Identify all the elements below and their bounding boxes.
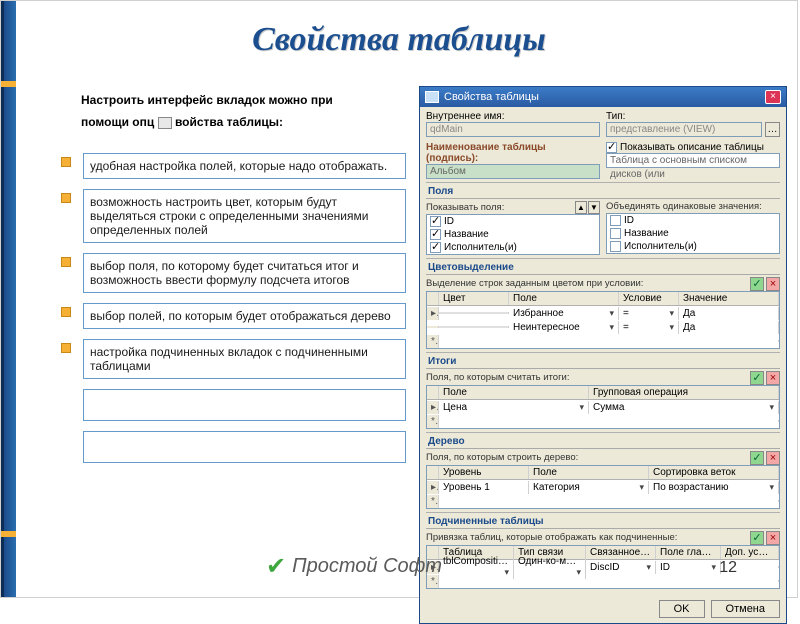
col-header: Поле главной..: [656, 546, 721, 559]
cell[interactable]: Сумма: [589, 401, 779, 414]
cell[interactable]: Неинтересное: [509, 321, 619, 334]
cell[interactable]: Да: [679, 307, 779, 320]
section-tree-title: Дерево: [426, 435, 780, 449]
col-header: Групповая операция: [589, 386, 779, 399]
cell[interactable]: Избранное: [509, 307, 619, 320]
delete-row-button[interactable]: ×: [766, 277, 780, 291]
delete-row-button[interactable]: ×: [766, 371, 780, 385]
caption-field[interactable]: Альбом: [426, 164, 600, 179]
close-icon[interactable]: ×: [765, 90, 781, 104]
description-field[interactable]: Таблица с основным списком дисков (или: [606, 153, 780, 168]
section-child-title: Подчиненные таблицы: [426, 515, 780, 529]
footer-text: Простой Софт: [292, 555, 442, 578]
col-header: Цвет: [439, 292, 509, 305]
list-item-label: Название: [624, 228, 669, 239]
reorder-buttons[interactable]: ▲▼: [575, 201, 600, 214]
show-description-label: Показывать описание таблицы: [620, 142, 764, 153]
cell[interactable]: Уровень 1: [439, 481, 529, 494]
col-header: Уровень: [439, 466, 529, 479]
type-picker-button[interactable]: …: [765, 122, 780, 137]
cell[interactable]: Да: [679, 321, 779, 334]
cell[interactable]: Цена: [439, 401, 589, 414]
section-totals-title: Итоги: [426, 355, 780, 369]
show-description-checkbox[interactable]: Показывать описание таблицы: [606, 142, 780, 153]
col-header: Значение: [679, 292, 779, 305]
footer-logo: ✔ Простой Софт: [266, 552, 442, 581]
checkbox-icon: [606, 142, 617, 153]
list-item-label: ID: [624, 215, 634, 226]
col-header: Сортировка веток: [649, 466, 779, 479]
list-item-label: Название: [444, 229, 489, 240]
tree-grid[interactable]: УровеньПолеСортировка веток ▸Уровень 1Ка…: [426, 465, 780, 509]
list-item-label: ID: [444, 216, 454, 227]
checkbox-icon: [430, 229, 441, 240]
col-header: Доп. условия: [721, 546, 779, 559]
delete-row-button[interactable]: ×: [766, 451, 780, 465]
cell[interactable]: Один-ко-многим: [514, 555, 586, 579]
table-properties-dialog: Свойства таблицы × Внутреннее имя: qdMai…: [419, 86, 787, 624]
delete-row-button[interactable]: ×: [766, 531, 780, 545]
checkbox-icon: [610, 241, 621, 252]
col-header: Поле: [529, 466, 649, 479]
col-header: Поле: [439, 386, 589, 399]
child-desc: Привязка таблиц, которые отображать как …: [426, 532, 677, 543]
dialog-title: Свойства таблицы: [444, 91, 539, 103]
color-grid[interactable]: Цвет Поле Условие Значение ▸Избранное=Да…: [426, 291, 780, 349]
window-icon: [425, 91, 439, 103]
show-fields-label: Показывать поля:: [426, 202, 504, 213]
color-desc: Выделение строк заданным цветом при усло…: [426, 278, 643, 289]
checkbox-icon: [430, 216, 441, 227]
add-row-button[interactable]: ✓: [750, 371, 764, 385]
cell[interactable]: ID: [656, 561, 721, 574]
list-item-label: Исполнитель(и): [624, 241, 697, 252]
show-fields-list[interactable]: ID Название Исполнитель(и): [426, 214, 600, 255]
totals-desc: Поля, по которым считать итоги:: [426, 372, 570, 383]
cancel-button[interactable]: Отмена: [711, 600, 780, 618]
merge-label: Объединять одинаковые значения:: [606, 201, 780, 212]
cell[interactable]: DiscID: [586, 561, 656, 574]
cell[interactable]: =: [619, 307, 679, 320]
add-row-button[interactable]: ✓: [750, 531, 764, 545]
col-header: Условие: [619, 292, 679, 305]
check-icon: ✔: [266, 552, 286, 581]
section-fields-title: Поля: [426, 185, 780, 199]
dialog-titlebar[interactable]: Свойства таблицы ×: [420, 87, 786, 107]
cell[interactable]: =: [619, 321, 679, 334]
col-header: Поле: [509, 292, 619, 305]
cell[interactable]: По возрастанию: [649, 481, 779, 494]
merge-fields-list[interactable]: ID Название Исполнитель(и): [606, 213, 780, 254]
checkbox-icon: [430, 242, 441, 253]
cell[interactable]: tblComposition: [439, 555, 514, 579]
checkbox-icon: [610, 215, 621, 226]
add-row-button[interactable]: ✓: [750, 451, 764, 465]
col-header: Связанное поле: [586, 546, 656, 559]
caption-label: Наименование таблицы (подпись):: [426, 142, 600, 164]
ok-button[interactable]: OK: [659, 600, 705, 618]
checkbox-icon: [610, 228, 621, 239]
section-color-title: Цветовыделение: [426, 261, 780, 275]
type-label: Тип:: [606, 111, 780, 122]
cell[interactable]: Категория: [529, 481, 649, 494]
type-field: представление (VIEW): [606, 122, 762, 137]
add-row-button[interactable]: ✓: [750, 277, 764, 291]
page-number: 12: [719, 559, 737, 577]
list-item-label: Исполнитель(и): [444, 242, 517, 253]
tree-desc: Поля, по которым строить дерево:: [426, 452, 578, 463]
internal-name-label: Внутреннее имя:: [426, 111, 600, 122]
totals-grid[interactable]: ПолеГрупповая операция ▸ЦенаСумма *: [426, 385, 780, 429]
internal-name-field: qdMain: [426, 122, 600, 137]
